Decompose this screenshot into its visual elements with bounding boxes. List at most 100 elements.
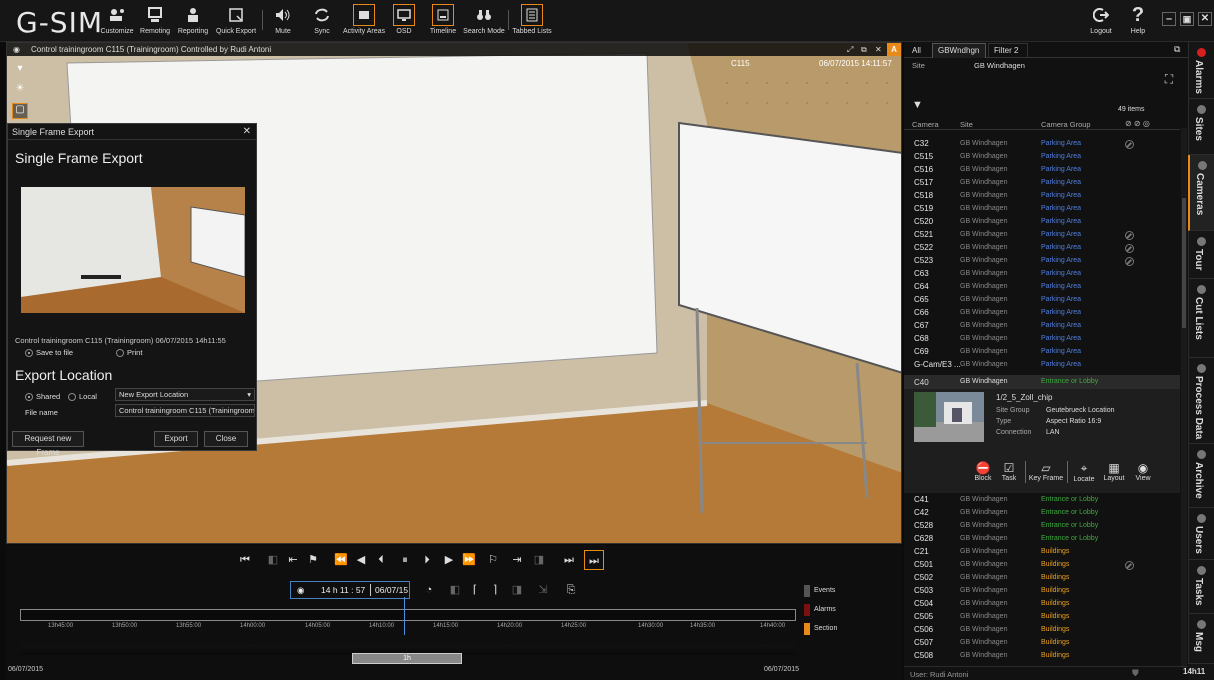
timeline-track[interactable] (20, 609, 796, 621)
side-tab-tour[interactable]: Tour (1188, 231, 1214, 279)
locate-button[interactable]: ⌖ Locate (1071, 461, 1097, 483)
camera-row[interactable]: C515 GB Windhagen Parking Area (904, 151, 1174, 164)
camera-row[interactable]: C508 GB Windhagen Buildings (904, 650, 1174, 663)
expand-icon[interactable]: ⤢ (847, 43, 853, 56)
save-to-file-radio[interactable]: Save to file (25, 348, 73, 358)
fullscreen-icon[interactable]: ⧉ (861, 43, 867, 56)
camera-row[interactable]: C628 GB Windhagen Entrance or Lobby (904, 533, 1174, 546)
print-radio[interactable]: Print (116, 348, 142, 358)
camera-row[interactable]: C63 GB Windhagen Parking Area (904, 268, 1174, 281)
side-tab-sites[interactable]: Sites (1188, 99, 1214, 155)
osd-button[interactable]: OSD (392, 4, 416, 40)
close-window-button[interactable]: ✕ (1198, 12, 1212, 26)
side-tab-process-data[interactable]: Process Data (1188, 358, 1214, 444)
camera-row[interactable]: C528 GB Windhagen Entrance or Lobby (904, 520, 1174, 533)
side-tab-cameras[interactable]: Cameras (1188, 155, 1214, 231)
step-forward-icon[interactable]: ⏵ (420, 553, 434, 567)
tab-filter-2[interactable]: Filter 2 (988, 43, 1028, 58)
tab-all[interactable]: All (912, 46, 921, 55)
close-button[interactable]: Close (204, 431, 248, 447)
camera-row[interactable]: C517 GB Windhagen Parking Area (904, 177, 1174, 190)
pause-icon[interactable]: ⏸ (398, 553, 412, 567)
camera-row[interactable]: C69 GB Windhagen Parking Area (904, 346, 1174, 359)
timeline-button[interactable]: Timeline (428, 4, 458, 40)
camera-row[interactable]: C21 GB Windhagen Buildings (904, 546, 1174, 559)
quick-export-button[interactable]: Quick Export (214, 4, 258, 40)
camera-row[interactable]: C505 GB Windhagen Buildings (904, 611, 1174, 624)
range-window[interactable]: 1h (352, 653, 462, 664)
camera-row[interactable]: G-Cam/E3 ... GB Windhagen Parking Area (904, 359, 1174, 372)
tab-gbwndhgn[interactable]: GBWndhgn (932, 43, 986, 58)
camera-row[interactable]: C522 GB Windhagen Parking Area (904, 242, 1174, 255)
rewind-icon[interactable]: ◀ (354, 553, 368, 567)
layout-button[interactable]: ▦ Layout (1101, 461, 1127, 482)
scroll-thumb[interactable] (1182, 198, 1186, 328)
camera-row[interactable]: C503 GB Windhagen Buildings (904, 585, 1174, 598)
cut-end-icon[interactable]: ⌉ (488, 583, 502, 597)
tabbed-lists-button[interactable]: Tabbed Lists (512, 4, 552, 40)
close-dialog-icon[interactable]: ✕ (243, 124, 251, 140)
prev-alarm-icon[interactable]: ⚑ (306, 553, 320, 567)
live-icon[interactable]: ⏭ (584, 550, 604, 570)
column-camera-group[interactable]: Camera Group (1041, 120, 1091, 129)
shared-radio[interactable]: Shared (25, 392, 60, 402)
column-camera[interactable]: Camera (912, 120, 939, 129)
clock-icon[interactable]: ◔ (422, 583, 436, 597)
block-button[interactable]: ⛔ Block (972, 461, 994, 482)
skip-end-icon[interactable]: ⏭ (562, 553, 576, 567)
side-tab-tasks[interactable]: Tasks (1188, 560, 1214, 614)
camera-row[interactable]: C519 GB Windhagen Parking Area (904, 203, 1174, 216)
export-location-select[interactable]: New Export Location ▾ (115, 388, 255, 401)
selected-camera-row[interactable]: C40 GB Windhagen Entrance or Lobby (904, 375, 1180, 389)
side-tab-archive[interactable]: Archive (1188, 444, 1214, 508)
current-time-display[interactable]: ◉ 14 h 11 : 57 06/07/15 (290, 581, 410, 599)
camera-row[interactable]: C42 GB Windhagen Entrance or Lobby (904, 507, 1174, 520)
camera-row[interactable]: C41 GB Windhagen Entrance or Lobby (904, 494, 1174, 507)
list-scrollbar[interactable] (1181, 128, 1187, 668)
side-tab-cut-lists[interactable]: Cut Lists (1188, 279, 1214, 358)
side-tab-msg[interactable]: Msg (1188, 614, 1214, 664)
side-tab-users[interactable]: Users (1188, 508, 1214, 560)
activity-areas-button[interactable]: Activity Areas (342, 4, 386, 40)
camera-row[interactable]: C506 GB Windhagen Buildings (904, 624, 1174, 637)
selected-camera-card[interactable]: C40 GB Windhagen Entrance or Lobby 1/2_5… (904, 375, 1180, 493)
search-mode-button[interactable]: Search Mode (462, 4, 506, 40)
play-icon[interactable]: ▶ (442, 553, 456, 567)
filter-icon[interactable]: ▼ (912, 99, 923, 111)
camera-row[interactable]: C516 GB Windhagen Parking Area (904, 164, 1174, 177)
minimize-button[interactable]: – (1162, 12, 1176, 26)
remoting-button[interactable]: Remoting (138, 4, 172, 40)
fast-forward-icon[interactable]: ⏩ (462, 553, 476, 567)
fast-rewind-icon[interactable]: ⏪ (334, 553, 348, 567)
next-event-icon[interactable]: ⇥ (510, 553, 524, 567)
camera-row[interactable]: C501 GB Windhagen Buildings (904, 559, 1174, 572)
camera-row[interactable]: C66 GB Windhagen Parking Area (904, 307, 1174, 320)
camera-row[interactable]: C518 GB Windhagen Parking Area (904, 190, 1174, 203)
export-icon[interactable]: ⎘ (564, 583, 578, 597)
help-button[interactable]: ? Help (1124, 4, 1152, 40)
camera-row[interactable]: C507 GB Windhagen Buildings (904, 637, 1174, 650)
camera-row[interactable]: C65 GB Windhagen Parking Area (904, 294, 1174, 307)
restore-button[interactable]: ▣ (1180, 12, 1194, 26)
sync-button[interactable]: Sync (309, 4, 335, 40)
camera-row[interactable]: C520 GB Windhagen Parking Area (904, 216, 1174, 229)
file-name-input[interactable]: Control trainingroom C115 (Trainingroom (115, 404, 255, 417)
view-button[interactable]: ◉ View (1131, 461, 1155, 482)
side-tab-alarms[interactable]: Alarms (1188, 42, 1214, 99)
camera-row[interactable]: C64 GB Windhagen Parking Area (904, 281, 1174, 294)
prev-event-icon[interactable]: ⇤ (286, 553, 300, 567)
snapshot-icon[interactable]: ▢ (12, 103, 28, 119)
alarm-badge[interactable]: A (887, 43, 901, 56)
column-site[interactable]: Site (960, 120, 973, 129)
camera-row[interactable]: C523 GB Windhagen Parking Area (904, 255, 1174, 268)
camera-add-icon[interactable]: ⛶ (1160, 72, 1178, 90)
camera-row[interactable]: C68 GB Windhagen Parking Area (904, 333, 1174, 346)
camera-row[interactable]: C502 GB Windhagen Buildings (904, 572, 1174, 585)
step-back-icon[interactable]: ⏴ (374, 553, 388, 567)
camera-row[interactable]: C521 GB Windhagen Parking Area (904, 229, 1174, 242)
panel-options-icon[interactable]: ⧉ (1174, 44, 1180, 55)
logout-button[interactable]: Logout (1086, 4, 1116, 40)
camera-row[interactable]: C504 GB Windhagen Buildings (904, 598, 1174, 611)
export-button[interactable]: Export (154, 431, 198, 447)
skip-start-icon[interactable]: ⏮ (238, 553, 252, 567)
